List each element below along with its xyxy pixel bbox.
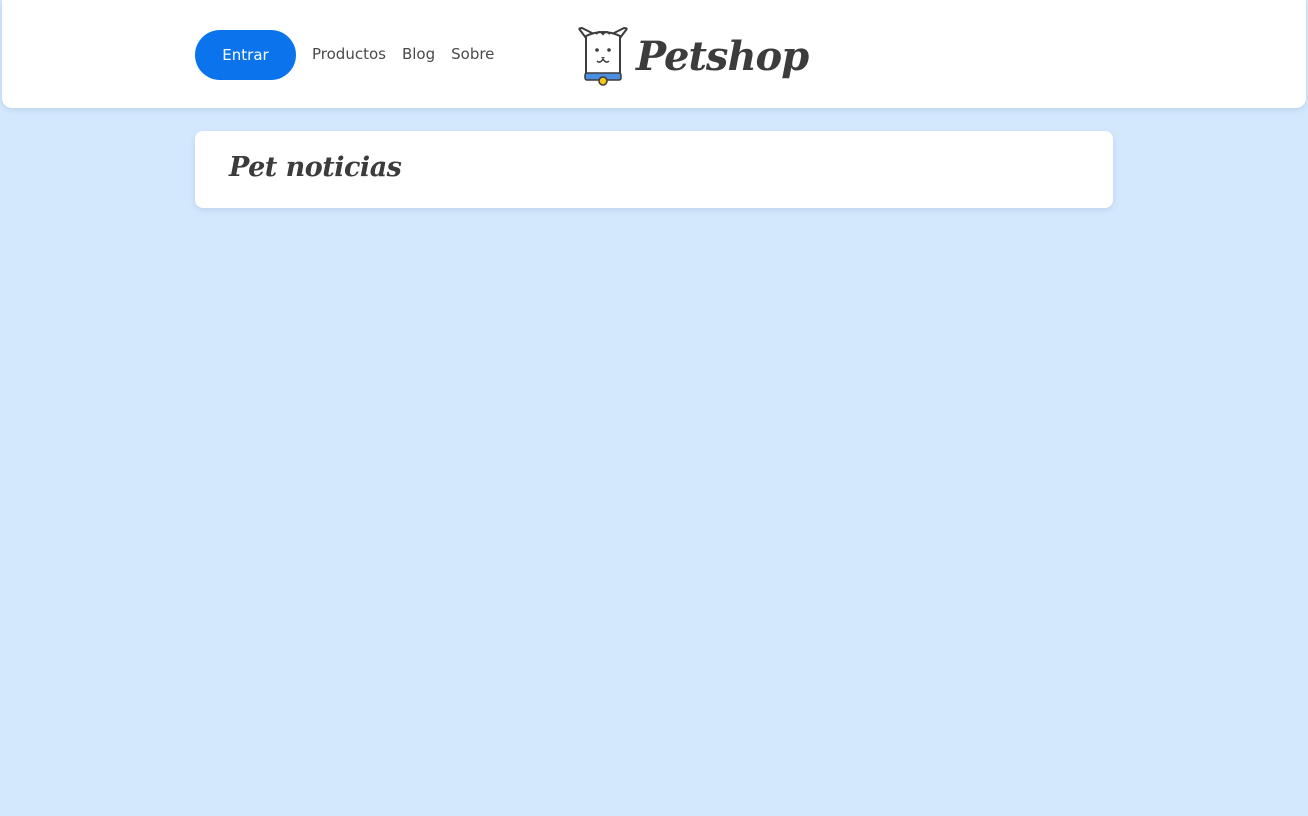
site-logo[interactable]: Petshop — [576, 24, 809, 90]
nav-link-sobre[interactable]: Sobre — [451, 44, 494, 64]
site-header: Entrar Productos Blog Sobre Petshop — [2, 0, 1306, 108]
nav-link-productos[interactable]: Productos — [312, 44, 386, 64]
dog-icon — [576, 26, 630, 88]
main-nav: Productos Blog Sobre — [312, 44, 494, 64]
nav-link-blog[interactable]: Blog — [402, 44, 435, 64]
logo-text: Petshop — [636, 33, 809, 80]
section-title: Pet noticias — [229, 152, 402, 183]
news-card: Pet noticias — [195, 131, 1113, 208]
login-button[interactable]: Entrar — [195, 30, 296, 80]
